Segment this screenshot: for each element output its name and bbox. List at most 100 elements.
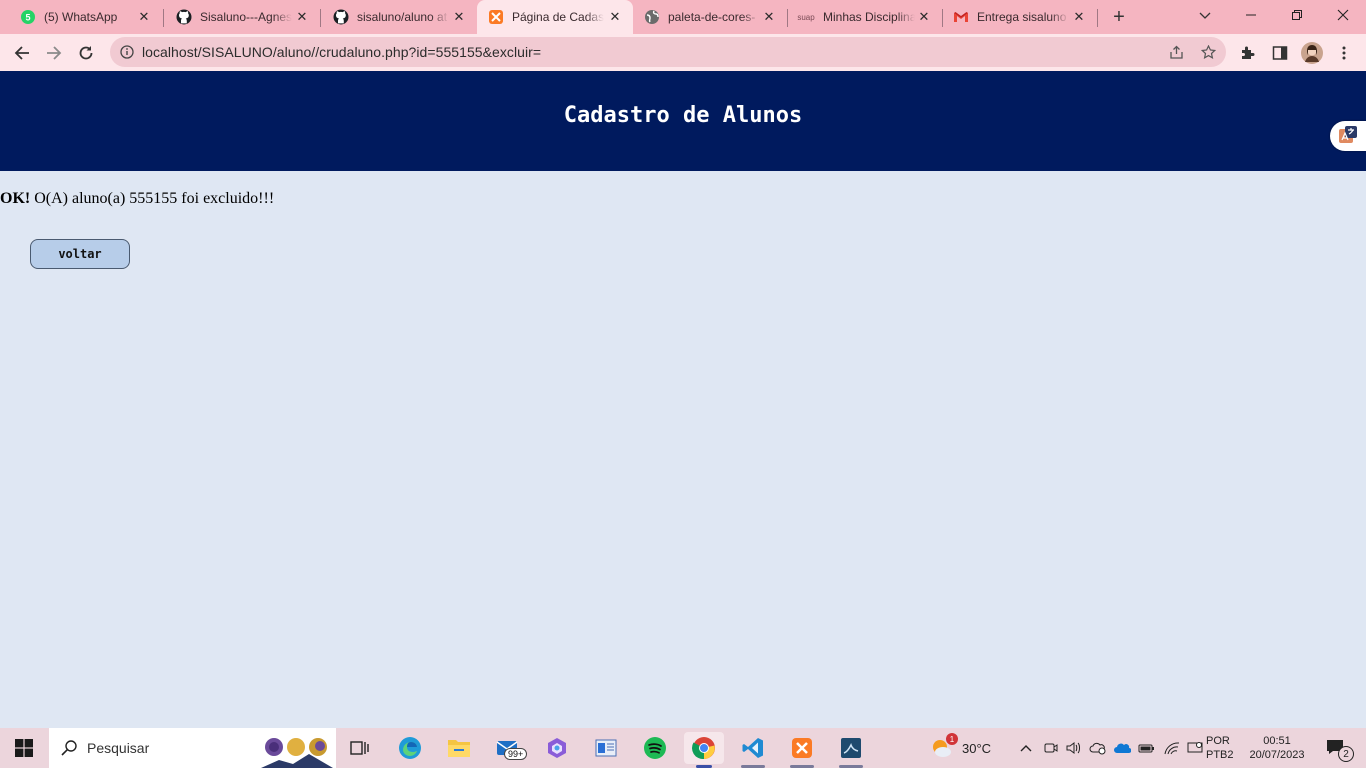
kebab-menu-icon	[1342, 46, 1346, 60]
tab-title: Página de Cadastro	[512, 10, 604, 24]
tab-sisaluno-aluno[interactable]: sisaluno/aluno at ✕	[321, 0, 477, 34]
minimize-button[interactable]	[1228, 0, 1274, 30]
address-bar[interactable]: localhost/SISALUNO/aluno//crudaluno.php?…	[110, 37, 1226, 67]
tray-wifi[interactable]	[1162, 732, 1182, 764]
info-icon[interactable]	[119, 44, 135, 60]
weather-temperature: 30°C	[962, 740, 992, 756]
side-panel-button[interactable]	[1266, 39, 1294, 67]
arrow-left-icon	[14, 46, 29, 60]
close-tab-icon[interactable]: ✕	[1071, 9, 1087, 25]
restore-button[interactable]	[1274, 0, 1320, 30]
mail-badge: 99+	[504, 748, 528, 760]
tab-title: paleta-de-cores-	[668, 10, 756, 24]
minimize-icon	[1246, 14, 1256, 16]
tab-search-button[interactable]	[1182, 0, 1228, 30]
tab-sisaluno-agnes[interactable]: Sisaluno---Agnes ✕	[164, 0, 320, 34]
clock[interactable]: 00:51 20/07/2023	[1246, 732, 1308, 764]
close-window-button[interactable]	[1320, 0, 1366, 30]
power-plug-icon	[1138, 744, 1154, 753]
tab-title: Entrega sisaluno	[977, 10, 1067, 24]
start-button[interactable]	[4, 732, 44, 764]
browser-menu-button[interactable]	[1330, 39, 1358, 67]
browser-toolbar: localhost/SISALUNO/aluno//crudaluno.php?…	[0, 34, 1366, 71]
news-icon	[595, 739, 617, 757]
bookmark-star-icon[interactable]	[1200, 44, 1216, 60]
whatsapp-icon: 5	[20, 9, 36, 25]
taskbar-xampp[interactable]	[782, 732, 822, 768]
tray-battery[interactable]	[1137, 732, 1157, 764]
tray-display[interactable]	[1185, 732, 1205, 764]
chevron-up-icon	[1020, 745, 1032, 752]
taskbar-copilot[interactable]	[537, 732, 577, 764]
close-tab-icon[interactable]: ✕	[136, 9, 152, 25]
tab-separator	[1097, 9, 1098, 27]
translate-icon	[1339, 126, 1357, 143]
taskbar-file-explorer[interactable]	[439, 732, 479, 764]
taskbar-chrome[interactable]	[684, 732, 724, 768]
close-tab-icon[interactable]: ✕	[607, 9, 623, 25]
tab-minhas-disciplinas[interactable]: suap Minhas Disciplinas ✕	[788, 0, 942, 34]
taskbar-mysql-workbench[interactable]	[831, 732, 871, 768]
profile-avatar[interactable]	[1298, 39, 1326, 67]
show-hidden-icons[interactable]	[1016, 732, 1036, 764]
suap-icon: suap	[797, 12, 815, 22]
tab-title: Sisaluno---Agnes	[200, 10, 292, 24]
wifi-icon	[1164, 742, 1180, 755]
taskbar-vscode[interactable]	[733, 732, 773, 768]
chevron-down-icon	[1199, 12, 1211, 19]
database-icon	[841, 738, 861, 758]
tray-onedrive[interactable]	[1112, 732, 1132, 764]
clock-date: 20/07/2023	[1249, 749, 1305, 761]
close-tab-icon[interactable]: ✕	[451, 9, 467, 25]
close-icon	[1337, 9, 1349, 21]
tray-volume[interactable]	[1064, 732, 1084, 764]
folder-icon	[448, 740, 470, 757]
close-tab-icon[interactable]: ✕	[294, 9, 310, 25]
translate-widget[interactable]	[1330, 121, 1366, 151]
taskbar-widgets[interactable]	[586, 732, 626, 764]
tab-whatsapp[interactable]: 5 (5) WhatsApp ✕	[8, 0, 162, 34]
extensions-button[interactable]	[1234, 39, 1262, 67]
windows-taskbar: Pesquisar 99+ 1 30°C POR PTB2 00:51 20/0…	[0, 728, 1366, 768]
new-tab-button[interactable]: +	[1108, 6, 1130, 28]
tray-onedrive-sync[interactable]	[1088, 732, 1108, 764]
status-message: OK! O(A) aluno(a) 555155 foi excluido!!!	[0, 190, 274, 208]
address-text: localhost/SISALUNO/aluno//crudaluno.php?…	[142, 44, 542, 60]
taskbar-mail[interactable]: 99+	[488, 732, 528, 764]
arrow-right-icon	[47, 46, 62, 60]
share-icon[interactable]	[1168, 44, 1184, 60]
tab-pagina-de-cadastro[interactable]: Página de Cadastro ✕	[477, 0, 633, 34]
forward-button[interactable]	[40, 39, 68, 67]
monitor-icon	[1187, 742, 1203, 753]
github-icon	[333, 9, 349, 25]
avatar-icon	[1301, 42, 1323, 64]
gmail-icon	[953, 9, 969, 25]
back-link-button[interactable]: voltar	[30, 239, 130, 269]
notification-count: 2	[1338, 746, 1354, 762]
back-button[interactable]	[8, 39, 36, 67]
notification-center[interactable]: 2	[1316, 732, 1356, 764]
taskbar-edge[interactable]	[390, 732, 430, 764]
page-title: Cadastro de Alunos	[563, 102, 803, 128]
close-tab-icon[interactable]: ✕	[761, 9, 777, 25]
weather-alert-badge: 1	[946, 733, 958, 745]
tray-meet[interactable]	[1041, 732, 1061, 764]
copilot-icon	[548, 738, 566, 758]
weather-widget[interactable]: 1 30°C	[930, 732, 1000, 764]
globe-icon	[644, 9, 660, 25]
tab-entrega-sisaluno[interactable]: Entrega sisaluno ✕	[943, 0, 1097, 34]
xampp-icon	[792, 738, 812, 758]
taskbar-spotify[interactable]	[635, 732, 675, 764]
task-view-icon	[350, 741, 369, 755]
close-tab-icon[interactable]: ✕	[916, 9, 932, 25]
reload-button[interactable]	[72, 39, 100, 67]
language-indicator[interactable]: POR PTB2	[1206, 732, 1244, 764]
clock-time: 00:51	[1263, 735, 1291, 747]
language-code: POR	[1206, 735, 1230, 747]
taskbar-search[interactable]: Pesquisar	[49, 728, 336, 768]
keyboard-layout: PTB2	[1206, 749, 1234, 761]
tab-paleta-de-cores[interactable]: paleta-de-cores- ✕	[633, 0, 787, 34]
tab-title: Minhas Disciplinas	[823, 10, 915, 24]
task-view-button[interactable]	[340, 732, 380, 764]
spotify-icon	[644, 737, 666, 759]
